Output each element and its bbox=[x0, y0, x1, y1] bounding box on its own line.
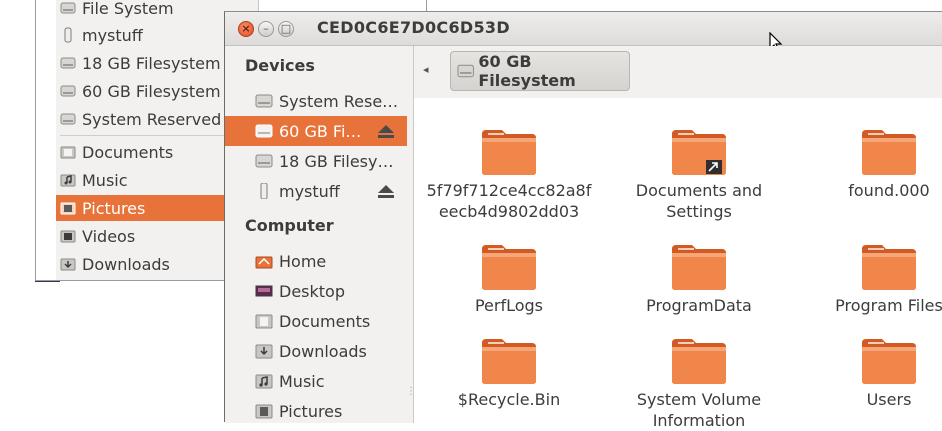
sidebar-item-music[interactable]: Music bbox=[225, 366, 407, 396]
close-button[interactable]: × bbox=[238, 21, 254, 37]
folder-documents-icon bbox=[255, 314, 273, 329]
drive-icon bbox=[60, 2, 76, 14]
folder-item[interactable]: 5f79f712ce4cc82a8f eecb4d9802dd03 bbox=[414, 128, 604, 222]
sidebar-item-label: Music bbox=[279, 371, 325, 391]
sidebar-item-18gb-filesystem[interactable]: 18 GB Filesy… bbox=[225, 146, 407, 176]
maximize-button[interactable]: □ bbox=[278, 21, 294, 37]
sidebar-item-label: Documents bbox=[279, 311, 371, 331]
folder-pictures-icon bbox=[255, 404, 273, 419]
sidebar-item-label: 60 GB Fi… bbox=[279, 121, 362, 141]
sidebar-item-label: Pictures bbox=[279, 401, 343, 421]
usb-icon bbox=[64, 27, 72, 43]
folder-name-line2: Settings bbox=[666, 202, 732, 221]
eject-icon[interactable] bbox=[377, 124, 395, 138]
back-sidebar-item-label: mystuff bbox=[82, 25, 143, 45]
drive-icon bbox=[255, 94, 273, 108]
folder-name: ProgramData bbox=[646, 296, 752, 315]
folder-name: $Recycle.Bin bbox=[457, 390, 561, 409]
folder-icon bbox=[482, 339, 536, 384]
sidebar-item-desktop[interactable]: Desktop bbox=[225, 276, 407, 306]
folder-icon bbox=[672, 339, 726, 384]
folder-item[interactable]: PerfLogs bbox=[414, 243, 604, 316]
sidebar-item-label: Home bbox=[279, 251, 327, 271]
folder-music-icon bbox=[60, 174, 76, 187]
folder-item[interactable]: Documents and Settings bbox=[604, 128, 794, 222]
minimize-button[interactable]: – bbox=[258, 21, 274, 37]
folder-name: found.000 bbox=[848, 181, 930, 200]
folder-name: 5f79f712ce4cc82a8f bbox=[426, 181, 592, 200]
drive-icon bbox=[60, 113, 76, 125]
folder-icon bbox=[862, 130, 916, 175]
folder-link-icon bbox=[672, 130, 726, 175]
path-back-arrow[interactable]: ◂ bbox=[423, 63, 429, 76]
folder-item[interactable]: Program Files bbox=[794, 243, 942, 316]
folder-icon bbox=[482, 130, 536, 175]
sidebar-item-home[interactable]: Home bbox=[225, 246, 407, 276]
sidebar: Devices System Rese… 60 GB Fi… 18 GB Fil… bbox=[225, 46, 416, 423]
sidebar-item-label: Downloads bbox=[279, 341, 367, 361]
folder-name: PerfLogs bbox=[474, 296, 544, 315]
sidebar-item-system-reserved[interactable]: System Rese… bbox=[225, 86, 407, 116]
folder-name-line2: eecb4d9802dd03 bbox=[438, 202, 580, 221]
sidebar-item-label: System Rese… bbox=[279, 91, 399, 111]
folder-item[interactable]: ProgramData bbox=[604, 243, 794, 316]
sidebar-section-devices: Devices bbox=[245, 56, 315, 75]
file-view[interactable]: ◂ 60 GB Filesystem 5f79f712ce4cc82a8f ee… bbox=[414, 46, 942, 430]
home-icon bbox=[255, 256, 273, 269]
back-sidebar-item-label: 60 GB Filesystem bbox=[82, 81, 221, 101]
path-button-label: 60 GB Filesystem bbox=[478, 52, 576, 90]
folder-item[interactable]: Users bbox=[794, 337, 942, 410]
window-title: CED0C6E7D0C6D53D bbox=[317, 18, 510, 37]
drive-icon bbox=[60, 85, 76, 97]
desktop-icon bbox=[255, 285, 273, 297]
sidebar-section-computer: Computer bbox=[245, 216, 334, 235]
folder-videos-icon bbox=[60, 230, 76, 243]
folder-music-icon bbox=[255, 374, 273, 389]
sidebar-item-label: 18 GB Filesy… bbox=[279, 151, 394, 171]
folder-icon bbox=[862, 339, 916, 384]
folder-name: System Volume bbox=[636, 390, 762, 409]
back-sidebar-item-label: 18 GB Filesystem bbox=[82, 53, 221, 73]
drive-icon bbox=[255, 154, 273, 168]
drive-icon bbox=[255, 124, 273, 138]
folder-icon bbox=[672, 245, 726, 290]
back-sidebar-item-label: Videos bbox=[82, 226, 136, 246]
sidebar-item-label: mystuff bbox=[279, 181, 340, 201]
folder-icon bbox=[482, 245, 536, 290]
drive-icon bbox=[457, 64, 474, 78]
folder-item[interactable]: System Volume Information bbox=[604, 337, 794, 431]
back-sidebar-item-label: System Reserved bbox=[82, 109, 222, 129]
back-sidebar-item-label: Music bbox=[82, 170, 128, 190]
folder-name-line2: Information bbox=[652, 411, 746, 430]
drive-icon bbox=[60, 57, 76, 69]
folder-name: Documents and bbox=[635, 181, 763, 200]
folder-downloads-icon bbox=[255, 344, 273, 359]
folder-pictures-icon bbox=[60, 202, 76, 215]
path-button-current[interactable]: 60 GB Filesystem bbox=[450, 51, 630, 91]
desktop-edge bbox=[0, 0, 35, 282]
folder-downloads-icon bbox=[60, 258, 76, 271]
folder-name: Program Files bbox=[835, 296, 942, 315]
folder-icon bbox=[862, 245, 916, 290]
sidebar-item-downloads[interactable]: Downloads bbox=[225, 336, 407, 366]
eject-icon[interactable] bbox=[377, 184, 395, 198]
folder-documents-icon bbox=[60, 146, 76, 159]
back-sidebar-item-label: Documents bbox=[82, 142, 174, 162]
sidebar-item-label: Desktop bbox=[279, 281, 345, 301]
usb-icon bbox=[260, 183, 268, 199]
folder-item[interactable]: found.000 bbox=[794, 128, 942, 201]
title-bar[interactable]: × – □ CED0C6E7D0C6D53D bbox=[225, 12, 942, 53]
path-bar: ◂ 60 GB Filesystem bbox=[414, 46, 942, 98]
sidebar-item-documents[interactable]: Documents bbox=[225, 306, 407, 336]
back-sidebar-item-label: Downloads bbox=[82, 254, 170, 274]
folder-name: Users bbox=[866, 390, 912, 409]
back-sidebar-item-label: File System bbox=[82, 0, 174, 18]
file-manager-window[interactable]: × – □ CED0C6E7D0C6D53D Devices System Re… bbox=[224, 11, 942, 430]
back-sidebar-item-label: Pictures bbox=[82, 198, 146, 218]
folder-item[interactable]: $Recycle.Bin bbox=[414, 337, 604, 410]
